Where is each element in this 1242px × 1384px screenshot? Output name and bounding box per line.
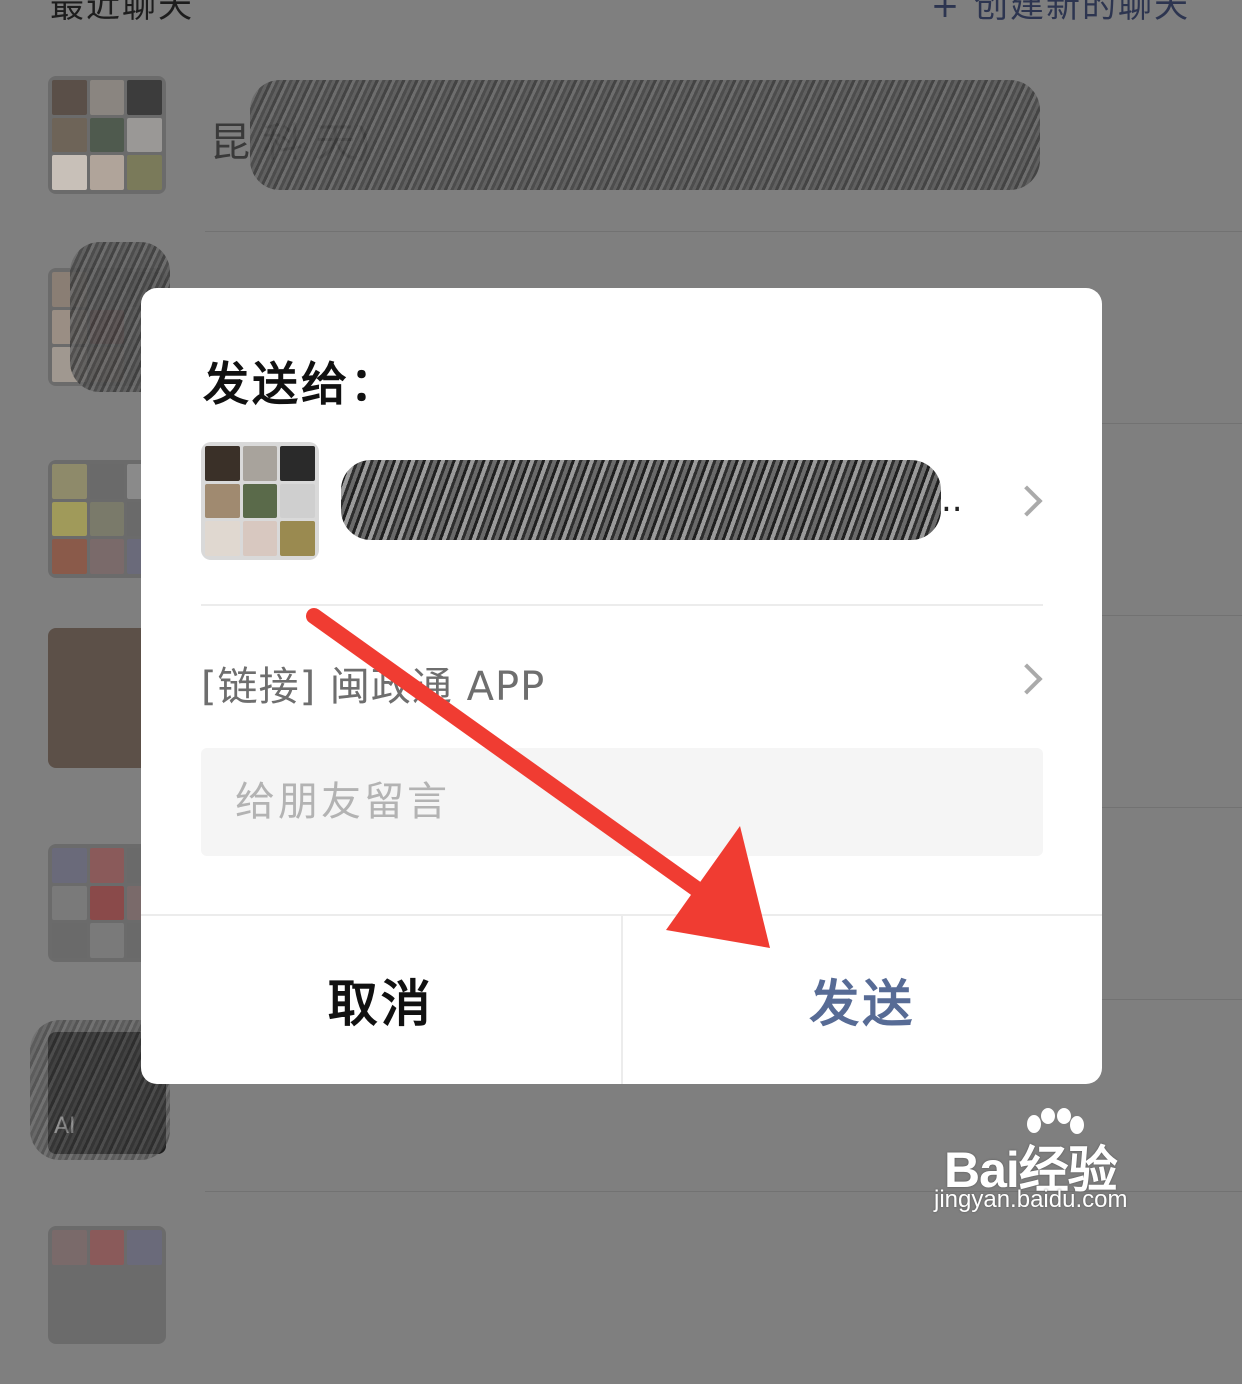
dialog-button-bar: 取消 发送 <box>141 914 1102 1084</box>
redaction-scribble <box>341 460 941 540</box>
recipient-name-ellipsis: .. <box>941 480 963 520</box>
group-avatar <box>48 1226 166 1344</box>
redaction-scribble <box>250 80 1040 190</box>
create-new-chat-link[interactable]: + 创建新的聊天 <box>931 0 1190 27</box>
link-preview-row[interactable]: [链接] 闽政通 APP <box>201 648 1043 710</box>
chevron-right-icon <box>1011 485 1043 517</box>
watermark-url: jingyan.baidu.com <box>934 1186 1128 1213</box>
dialog-title: 发送给： <box>203 357 399 411</box>
cancel-button[interactable]: 取消 <box>141 916 623 1084</box>
recipient-group-avatar <box>201 442 319 560</box>
send-button[interactable]: 发送 <box>623 916 1103 1084</box>
recipient-name-redacted <box>341 460 971 540</box>
baidu-jingyan-watermark: Bai经验 jingyan.baidu.com <box>934 1108 1174 1222</box>
message-to-friend-input[interactable] <box>201 748 1043 856</box>
recent-chats-header: 最近聊天 + 创建新的聊天 <box>0 0 1242 28</box>
recipient-row[interactable]: .. <box>201 440 1043 562</box>
chat-row[interactable]: 昆 科 天) <box>0 40 1242 232</box>
link-preview-label: [链接] 闽政通 APP <box>201 664 546 710</box>
group-avatar <box>48 76 166 194</box>
recent-chats-title: 最近聊天 <box>50 0 194 26</box>
dialog-divider <box>201 604 1043 606</box>
chevron-right-icon <box>1011 663 1043 695</box>
send-to-dialog: 发送给： .. [链接] 闽政通 APP 取消 发送 <box>141 288 1102 1084</box>
